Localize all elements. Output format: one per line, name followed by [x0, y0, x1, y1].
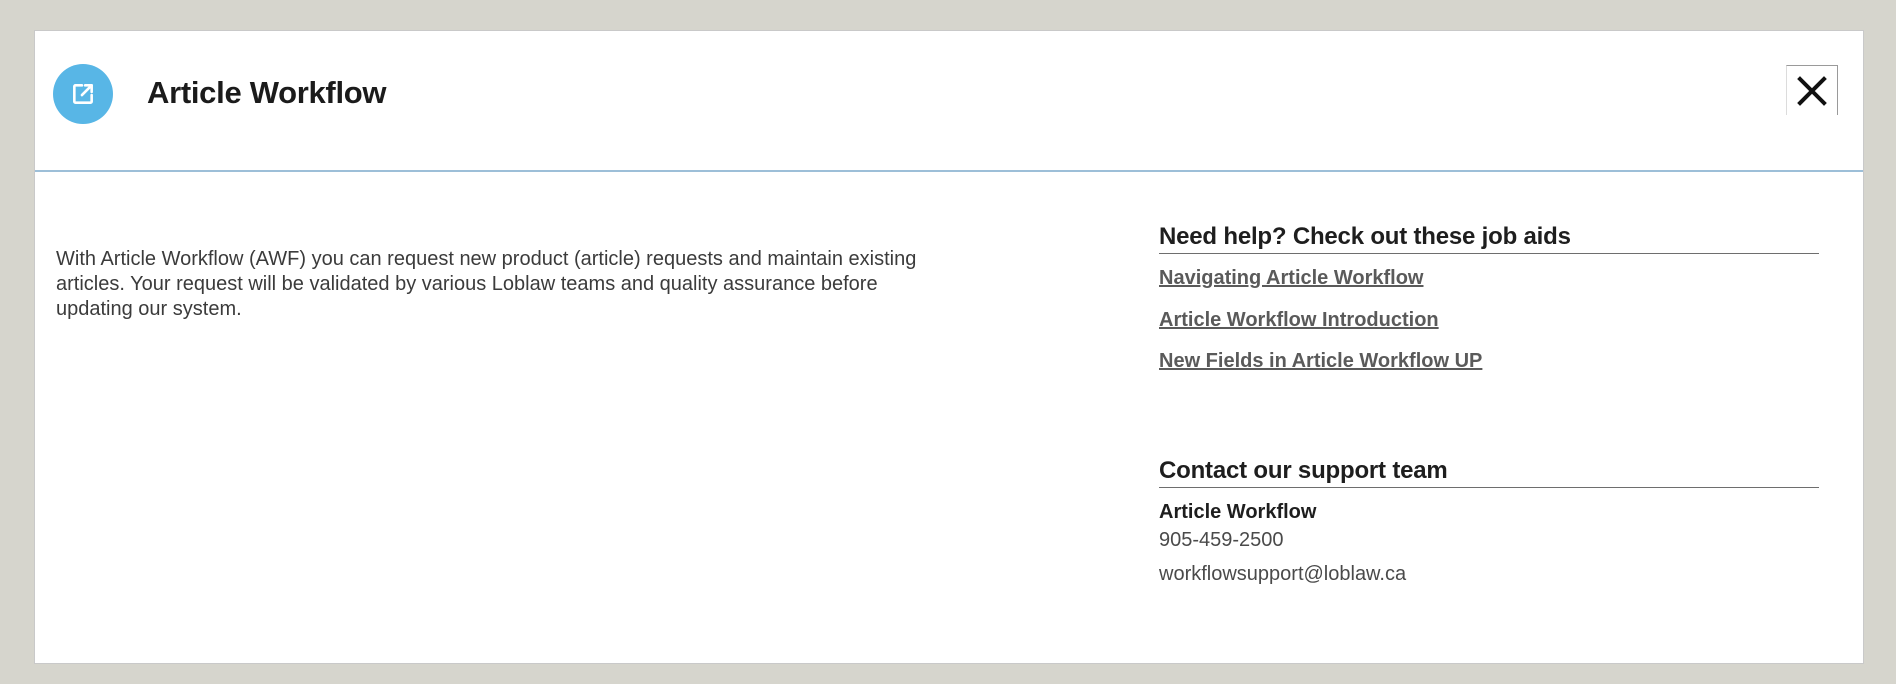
article-workflow-dialog: Article Workflow With Article Workflow (… [34, 30, 1864, 664]
close-icon [1797, 75, 1827, 106]
help-heading: Need help? Check out these job aids [1159, 223, 1819, 254]
link-new-fields-article-workflow[interactable]: New Fields in Article Workflow UP [1159, 350, 1482, 373]
contact-name: Article Workflow [1159, 501, 1317, 523]
close-button[interactable] [1786, 65, 1838, 115]
external-edit-icon [53, 64, 113, 124]
description-text: With Article Workflow (AWF) you can requ… [56, 248, 917, 320]
dialog-header: Article Workflow [35, 31, 1863, 172]
contact-email: workflowsupport@loblaw.ca [1159, 563, 1407, 585]
dialog-title: Article Workflow [147, 75, 387, 110]
contact-heading: Contact our support team [1159, 457, 1819, 488]
link-navigating-article-workflow[interactable]: Navigating Article Workflow [1159, 267, 1423, 290]
contact-phone: 905-459-2500 [1159, 529, 1284, 551]
page-background: Article Workflow With Article Workflow (… [0, 0, 1896, 684]
link-article-workflow-introduction[interactable]: Article Workflow Introduction [1159, 309, 1439, 332]
